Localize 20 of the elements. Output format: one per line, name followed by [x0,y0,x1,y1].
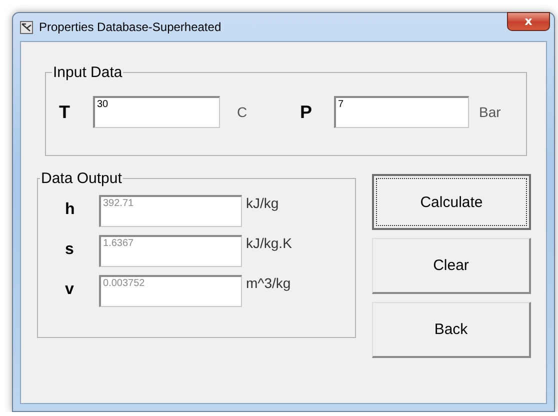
close-button[interactable]: x [507,12,550,31]
unit-label: C [237,104,248,120]
group-title: Input Data [52,64,124,81]
group-title: Data Output [40,170,123,187]
variable-label: P [300,102,314,122]
input-field[interactable]: 30 [93,96,220,128]
action-button[interactable]: Back [372,302,531,358]
unit-label: m^3/kg [246,275,291,291]
app-icon [20,20,33,34]
variable-label: T [59,102,71,122]
variable-label: s [65,241,75,259]
window-title: Properties Database-Superheated [39,20,222,34]
action-button[interactable]: Calculate [372,174,531,230]
variable-label: h [65,201,76,219]
unit-label: Bar [479,104,501,120]
unit-label: kJ/kg.K [246,235,292,251]
action-button[interactable]: Clear [372,238,531,294]
input-field[interactable]: 7 [334,96,469,128]
variable-label: v [65,281,75,299]
unit-label: kJ/kg [246,195,279,211]
